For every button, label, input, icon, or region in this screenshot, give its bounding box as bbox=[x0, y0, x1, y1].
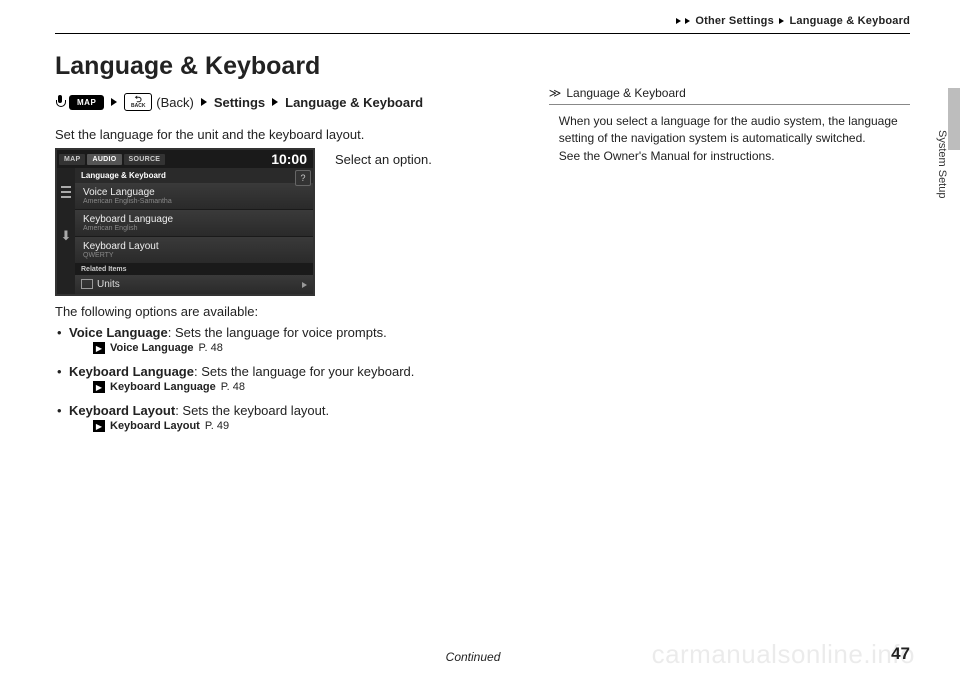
ref-icon: ▶ bbox=[93, 342, 105, 354]
item-sub: American English-Samantha bbox=[83, 198, 305, 205]
screen-clock: 10:00 bbox=[271, 151, 313, 167]
note-head-text: Language & Keyboard bbox=[566, 86, 685, 100]
note-body: When you select a language for the audio… bbox=[549, 105, 910, 165]
description: Set the language for the unit and the ke… bbox=[55, 127, 519, 142]
divider bbox=[55, 33, 910, 34]
ref-page: P. 48 bbox=[199, 342, 223, 354]
option-row: Keyboard Language: Sets the language for… bbox=[55, 364, 519, 379]
option-ref: ▶ Keyboard Layout P. 49 bbox=[93, 420, 519, 432]
page-title: Language & Keyboard bbox=[55, 52, 519, 81]
main-column: Language & Keyboard MAP ⮌ BACK (Back) Se… bbox=[55, 52, 519, 442]
option-ref: ▶ Voice Language P. 48 bbox=[93, 342, 519, 354]
note-column: ≫ Language & Keyboard When you select a … bbox=[549, 52, 910, 442]
screen-item: Keyboard Layout QWERTY bbox=[75, 237, 313, 264]
item-sub: QWERTY bbox=[83, 252, 305, 259]
ref-label: Voice Language bbox=[110, 342, 194, 354]
ref-page: P. 49 bbox=[205, 420, 229, 432]
option-row: Keyboard Layout: Sets the keyboard layou… bbox=[55, 403, 519, 418]
option-name: Voice Language bbox=[69, 325, 168, 340]
option-ref: ▶ Keyboard Language P. 48 bbox=[93, 381, 519, 393]
triangle-icon bbox=[779, 18, 784, 24]
screen-item: Voice Language American English-Samantha bbox=[75, 183, 313, 210]
item-title: Keyboard Layout bbox=[83, 241, 305, 252]
triangle-icon bbox=[685, 18, 690, 24]
screen-header: Language & Keyboard bbox=[75, 168, 313, 183]
option-rest: : Sets the language for voice prompts. bbox=[168, 325, 387, 340]
menu-icon bbox=[61, 186, 71, 198]
back-word: (Back) bbox=[156, 95, 194, 110]
mic-icon bbox=[55, 95, 65, 110]
breadcrumb-b: Language & Keyboard bbox=[789, 15, 910, 27]
back-chip-label: BACK bbox=[131, 104, 145, 109]
help-icon: ? bbox=[295, 170, 311, 186]
triangle-icon bbox=[201, 98, 207, 106]
ref-page: P. 48 bbox=[221, 381, 245, 393]
section-label: System Setup bbox=[936, 130, 948, 198]
screen-tab-map: MAP bbox=[59, 154, 85, 165]
screen-related: Related Items bbox=[75, 264, 313, 275]
chevron-right-icon bbox=[302, 282, 307, 288]
back-chip: ⮌ BACK bbox=[124, 93, 152, 111]
down-arrow-icon: ⬇ bbox=[61, 228, 72, 244]
screen-item: Keyboard Language American English bbox=[75, 210, 313, 237]
instruction: Select an option. bbox=[335, 152, 432, 167]
ref-label: Keyboard Layout bbox=[110, 420, 200, 432]
note-icon: ≫ bbox=[549, 86, 562, 100]
ref-label: Keyboard Language bbox=[110, 381, 216, 393]
units-label: Units bbox=[97, 279, 120, 290]
triangle-icon bbox=[272, 98, 278, 106]
breadcrumb-a: Other Settings bbox=[695, 15, 774, 27]
option-name: Keyboard Layout bbox=[69, 403, 175, 418]
ref-icon: ▶ bbox=[93, 381, 105, 393]
note-p2: See the Owner's Manual for instructions. bbox=[559, 148, 906, 165]
watermark: carmanualsonline.info bbox=[652, 639, 915, 670]
map-chip: MAP bbox=[69, 95, 104, 110]
option-row: Voice Language: Sets the language for vo… bbox=[55, 325, 519, 340]
note-heading: ≫ Language & Keyboard bbox=[549, 86, 910, 105]
nav-path: MAP ⮌ BACK (Back) Settings Language & Ke… bbox=[55, 93, 519, 111]
ref-icon: ▶ bbox=[93, 420, 105, 432]
option-rest: : Sets the keyboard layout. bbox=[175, 403, 329, 418]
path-settings: Settings bbox=[214, 95, 265, 110]
screen-topbar: MAP AUDIO SOURCE 10:00 bbox=[57, 150, 313, 168]
screen-tab-source: SOURCE bbox=[124, 154, 166, 165]
screen-tab-audio: AUDIO bbox=[87, 154, 121, 165]
triangle-icon bbox=[111, 98, 117, 106]
screen-sidebar: ⬇ bbox=[57, 168, 75, 294]
breadcrumb: Other Settings Language & Keyboard bbox=[55, 15, 910, 27]
option-name: Keyboard Language bbox=[69, 364, 194, 379]
screen-units: Units bbox=[75, 275, 313, 294]
note-p1: When you select a language for the audio… bbox=[559, 113, 906, 148]
option-rest: : Sets the language for your keyboard. bbox=[194, 364, 414, 379]
item-title: Keyboard Language bbox=[83, 214, 305, 225]
item-title: Voice Language bbox=[83, 187, 305, 198]
item-sub: American English bbox=[83, 225, 305, 232]
path-lang: Language & Keyboard bbox=[285, 95, 423, 110]
triangle-icon bbox=[676, 18, 681, 24]
section-tab bbox=[948, 88, 960, 150]
screenshot: MAP AUDIO SOURCE 10:00 ⬇ ? Language & Ke… bbox=[55, 148, 315, 296]
options-intro: The following options are available: bbox=[55, 304, 519, 319]
